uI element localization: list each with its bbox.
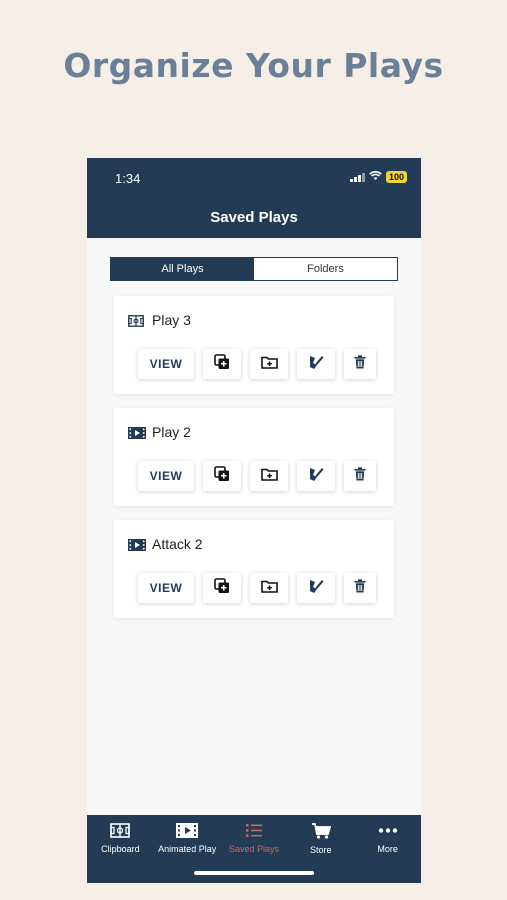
tab-folders[interactable]: Folders bbox=[254, 258, 397, 280]
delete-button[interactable] bbox=[344, 573, 376, 603]
play-actions: VIEW bbox=[138, 349, 376, 379]
edit-button[interactable] bbox=[297, 461, 335, 491]
tab-label: Animated Play bbox=[158, 844, 217, 854]
duplicate-icon bbox=[214, 577, 230, 599]
tab-label: Clipboard bbox=[101, 844, 140, 854]
play-actions: VIEW bbox=[138, 461, 376, 491]
cart-icon bbox=[311, 823, 331, 839]
edit-button[interactable] bbox=[297, 349, 335, 379]
duplicate-button[interactable] bbox=[203, 573, 241, 603]
edit-icon bbox=[308, 466, 324, 487]
home-indicator bbox=[194, 871, 314, 875]
edit-icon bbox=[308, 578, 324, 599]
play-card-header: Play 3 bbox=[128, 312, 191, 328]
segmented-control: All Plays Folders bbox=[110, 257, 398, 281]
top-bar: 1:34 100 Saved Plays bbox=[87, 158, 421, 238]
view-button[interactable]: VIEW bbox=[138, 573, 194, 603]
delete-button[interactable] bbox=[344, 349, 376, 379]
play-title: Play 2 bbox=[152, 424, 191, 440]
move-to-folder-button[interactable] bbox=[250, 461, 288, 491]
folder-add-icon bbox=[260, 467, 278, 486]
tab-clipboard[interactable]: Clipboard bbox=[87, 815, 154, 883]
play-card: Attack 2 VIEW bbox=[114, 520, 394, 618]
edit-icon bbox=[308, 354, 324, 375]
folder-add-icon bbox=[260, 579, 278, 598]
play-card-header: Play 2 bbox=[128, 424, 191, 440]
play-title: Play 3 bbox=[152, 312, 191, 328]
duplicate-icon bbox=[214, 353, 230, 375]
duplicate-icon bbox=[214, 465, 230, 487]
view-button[interactable]: VIEW bbox=[138, 349, 194, 379]
page-title: Saved Plays bbox=[210, 209, 298, 226]
status-icons: 100 bbox=[349, 171, 407, 183]
trash-icon bbox=[354, 578, 366, 598]
more-icon bbox=[378, 828, 397, 833]
trash-icon bbox=[354, 466, 366, 486]
trash-icon bbox=[354, 354, 366, 374]
headline: Organize Your Plays bbox=[63, 46, 444, 85]
tab-bar: Clipboard Animated Play Saved Plays Stor… bbox=[87, 815, 421, 883]
wifi-icon bbox=[369, 171, 382, 183]
duplicate-button[interactable] bbox=[203, 461, 241, 491]
tab-label: Store bbox=[310, 845, 332, 855]
duplicate-button[interactable] bbox=[203, 349, 241, 379]
status-time: 1:34 bbox=[115, 171, 141, 186]
play-title: Attack 2 bbox=[152, 536, 203, 552]
list-icon bbox=[245, 824, 262, 837]
animated-play-icon bbox=[176, 823, 199, 838]
delete-button[interactable] bbox=[344, 461, 376, 491]
phone-screen: 1:34 100 Saved Plays All Plays Folders P… bbox=[87, 158, 421, 883]
clipboard-icon bbox=[110, 823, 131, 838]
edit-button[interactable] bbox=[297, 573, 335, 603]
animated-play-icon bbox=[128, 538, 146, 551]
tab-more[interactable]: More bbox=[354, 815, 421, 883]
tab-label: More bbox=[377, 844, 398, 854]
play-card-header: Attack 2 bbox=[128, 536, 203, 552]
battery-icon: 100 bbox=[385, 171, 407, 183]
play-card: Play 2 VIEW bbox=[114, 408, 394, 506]
clipboard-icon bbox=[128, 314, 144, 327]
play-actions: VIEW bbox=[138, 573, 376, 603]
play-card: Play 3 VIEW bbox=[114, 296, 394, 394]
folder-add-icon bbox=[260, 355, 278, 374]
signal-icon bbox=[349, 172, 365, 182]
tab-label: Saved Plays bbox=[228, 844, 279, 854]
tab-all-plays[interactable]: All Plays bbox=[111, 258, 254, 280]
view-button[interactable]: VIEW bbox=[138, 461, 194, 491]
animated-play-icon bbox=[128, 426, 146, 439]
move-to-folder-button[interactable] bbox=[250, 349, 288, 379]
move-to-folder-button[interactable] bbox=[250, 573, 288, 603]
